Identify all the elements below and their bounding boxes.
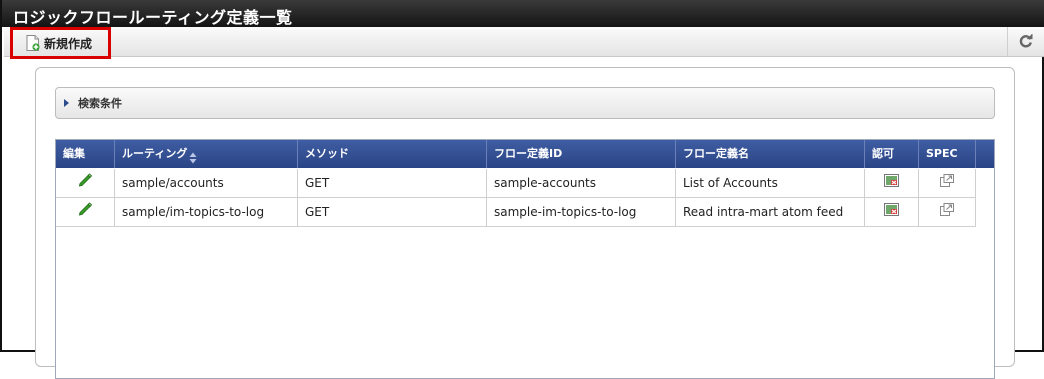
col-edit: 編集 (56, 140, 115, 168)
content-panel: 検索条件 編集 ルーティング メソッド フロー定義ID フロー定義名 認可 SP… (35, 67, 1015, 379)
method-cell: GET (298, 198, 487, 227)
authorization-button[interactable] (865, 169, 919, 198)
edit-button[interactable] (56, 198, 115, 227)
external-link-icon (940, 198, 954, 227)
authorization-icon (884, 198, 899, 227)
flow-name-cell: Read intra-mart atom feed (676, 198, 865, 227)
app-window: ロジックフロールーティング定義一覧 新規作成 検索条件 編集 ルーティング メソ… (0, 0, 1044, 379)
sort-icon (189, 147, 197, 164)
flow-id-cell: sample-accounts (487, 169, 676, 198)
authorization-icon (884, 169, 899, 198)
spec-button[interactable] (919, 169, 976, 198)
expand-arrow-icon (64, 99, 69, 107)
col-flow-id: フロー定義ID (487, 140, 676, 168)
toolbar: 新規作成 (4, 27, 1044, 59)
routing-table: 編集 ルーティング メソッド フロー定義ID フロー定義名 認可 SPEC sa… (55, 139, 995, 379)
flow-id-cell: sample-im-topics-to-log (487, 198, 676, 227)
pencil-icon (77, 198, 93, 227)
refresh-icon (1019, 33, 1033, 51)
method-cell: GET (298, 169, 487, 198)
col-spec: SPEC (919, 140, 976, 168)
external-link-icon (940, 169, 954, 198)
new-create-label: 新規作成 (44, 36, 93, 51)
col-method: メソッド (298, 140, 487, 168)
document-add-icon (26, 35, 40, 51)
authorization-button[interactable] (865, 198, 919, 227)
search-conditions-label: 検索条件 (78, 97, 122, 110)
col-routing[interactable]: ルーティング (115, 140, 298, 168)
spec-button[interactable] (919, 198, 976, 227)
refresh-button[interactable] (1007, 27, 1044, 57)
new-create-button[interactable]: 新規作成 (10, 27, 111, 59)
pencil-icon (77, 169, 93, 198)
routing-cell: sample/accounts (115, 169, 298, 198)
search-conditions-toggle[interactable]: 検索条件 (55, 87, 995, 119)
table-header: 編集 ルーティング メソッド フロー定義ID フロー定義名 認可 SPEC (56, 140, 994, 168)
col-flow-name: フロー定義名 (676, 140, 865, 168)
table-row: sample/accounts GET sample-accounts List… (56, 169, 976, 198)
routing-cell: sample/im-topics-to-log (115, 198, 298, 227)
edit-button[interactable] (56, 169, 115, 198)
title-bar: ロジックフロールーティング定義一覧 (2, 0, 1044, 27)
flow-name-cell: List of Accounts (676, 169, 865, 198)
col-auth: 認可 (865, 140, 919, 168)
table-row: sample/im-topics-to-log GET sample-im-to… (56, 198, 976, 227)
page-title: ロジックフロールーティング定義一覧 (13, 8, 293, 27)
